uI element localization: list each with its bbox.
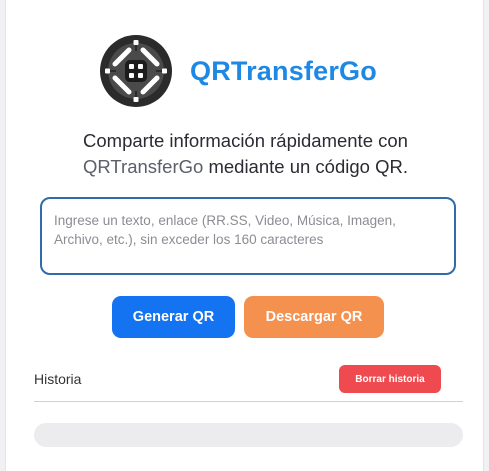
tagline-line1: Comparte información rápidamente con <box>83 130 408 151</box>
history-list <box>34 423 463 447</box>
tagline-app-name: QRTransferGo <box>83 156 204 177</box>
clear-history-button[interactable]: Borrar historia <box>339 365 441 393</box>
tagline: Comparte información rápidamente con QRT… <box>6 128 485 180</box>
tagline-line2: QRTransferGo mediante un código QR. <box>6 154 485 180</box>
download-qr-button[interactable]: Descargar QR <box>244 296 384 338</box>
history-title: Historia <box>34 371 82 387</box>
qr-lock-icon <box>100 35 172 107</box>
tagline-line2-rest: mediante un código QR. <box>203 156 408 177</box>
brand-header: QRTransferGo <box>98 33 377 109</box>
generate-qr-button[interactable]: Generar QR <box>112 296 235 338</box>
history-divider <box>34 401 463 402</box>
text-input[interactable] <box>40 197 456 275</box>
app-title: QRTransferGo <box>190 55 377 86</box>
main-card: QRTransferGo Comparte información rápida… <box>5 0 484 471</box>
